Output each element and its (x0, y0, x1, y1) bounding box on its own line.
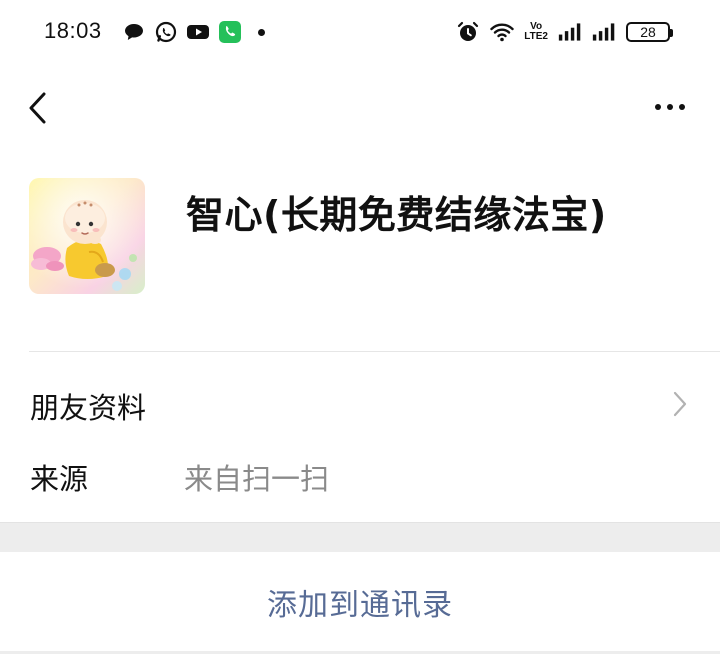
wifi-icon (490, 23, 514, 42)
chevron-right-icon (673, 391, 687, 417)
battery-icon: 28 (626, 22, 673, 42)
add-to-contacts-button[interactable]: 添加到通讯录 (0, 552, 720, 652)
divider (29, 351, 720, 352)
source-row: 来源 来自扫一扫 (0, 442, 720, 508)
source-label: 来源 (30, 462, 89, 496)
status-right-icons: Vo LTE2 28 (456, 18, 673, 46)
status-time: 18:03 (44, 18, 102, 43)
cartoon-monk-avatar (29, 178, 145, 294)
profile-name: 智心(长期免费结缘法宝) (186, 193, 607, 237)
back-button[interactable] (20, 86, 56, 130)
volte-bottom-label: LTE2 (524, 31, 548, 42)
youtube-icon (187, 25, 209, 39)
avatar[interactable] (29, 178, 145, 294)
alarm-icon (458, 21, 479, 41)
signal-icon (592, 23, 615, 41)
more-horizontal-icon (679, 104, 685, 110)
whatsapp-icon (155, 21, 177, 43)
status-bar: 18:03 Vo LTE2 28 (0, 0, 720, 64)
more-horizontal-icon (667, 104, 673, 110)
notification-dot (258, 28, 265, 36)
friend-info-row[interactable]: 朋友资料 (0, 371, 720, 437)
status-left-icons (122, 18, 265, 46)
signal-icon (558, 23, 581, 41)
add-to-contacts-label: 添加到通讯录 (267, 588, 453, 623)
more-options-button[interactable] (650, 92, 690, 122)
phone-call-icon (219, 21, 241, 43)
friend-info-label: 朋友资料 (30, 391, 147, 425)
source-value: 来自扫一扫 (184, 462, 330, 496)
volte-icon: Vo LTE2 (524, 22, 548, 42)
message-bubble-icon (125, 24, 143, 40)
section-separator (0, 522, 720, 552)
more-horizontal-icon (655, 104, 661, 110)
battery-level: 28 (640, 24, 656, 40)
chevron-left-icon (29, 92, 46, 124)
